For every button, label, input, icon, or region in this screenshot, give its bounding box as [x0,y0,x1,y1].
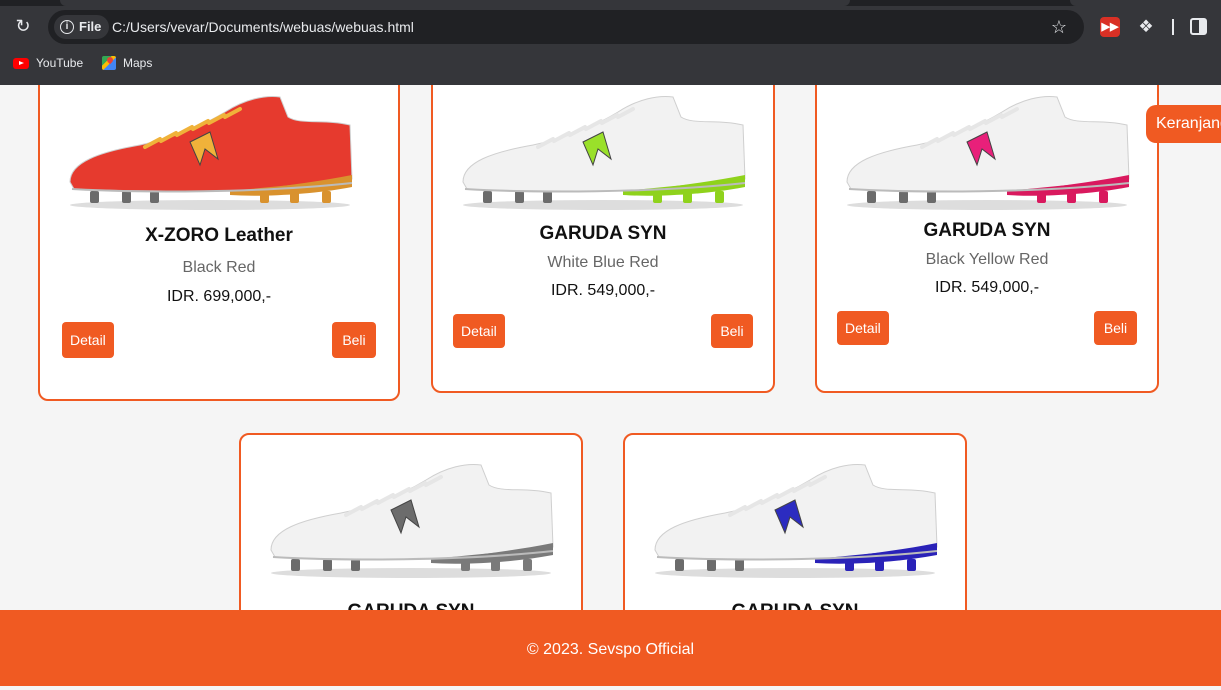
buy-button[interactable]: Beli [711,314,753,348]
cart-button[interactable]: Keranjang [1146,105,1221,143]
browser-toolbar: ↻ i File C:/Users/vevar/Documents/webuas… [0,0,1221,85]
product-variant: White Blue Red [547,254,659,271]
detail-button[interactable]: Detail [62,322,114,358]
bookmark-youtube[interactable]: YouTube [13,53,83,73]
product-name: GARUDA SYN [923,220,1051,241]
bookmark-maps[interactable]: Maps [102,53,152,73]
bookmark-label: Maps [123,56,153,70]
product-variant: Black Yellow Red [925,251,1049,268]
bookmark-star-icon[interactable]: ☆ [1048,16,1070,38]
site-info-label: File [79,19,102,34]
active-tab-edge [60,0,850,6]
product-name: GARUDA SYN [241,601,581,610]
info-icon: i [60,20,74,34]
product-name: GARUDA SYN [539,223,667,244]
shoe-image [846,96,1130,210]
extensions-puzzle-icon[interactable]: ❖ [1136,17,1156,37]
footer-copyright: © 2023. Sevspo Official [526,641,695,658]
shoe-image [270,464,554,578]
product-price: IDR. 549,000,- [550,282,656,299]
product-card: X-ZORO Leather Black Red IDR. 699,000,- … [38,85,400,401]
product-name: GARUDA SYN [625,601,965,610]
product-card: GARUDA SYN [239,433,583,610]
site-info-chip[interactable]: i File [54,15,110,39]
address-bar[interactable]: i File C:/Users/vevar/Documents/webuas/w… [48,10,1084,44]
tab-edge [1070,0,1221,6]
footer: © 2023. Sevspo Official [0,610,1221,686]
side-panel-icon[interactable] [1190,18,1207,35]
detail-button[interactable]: Detail [453,314,505,348]
product-card: GARUDA SYN Black Yellow Red IDR. 549,000… [815,85,1159,393]
detail-button[interactable]: Detail [837,311,889,345]
page-content: X-ZORO Leather Black Red IDR. 699,000,- … [0,85,1221,610]
url-text[interactable]: C:/Users/vevar/Documents/webuas/webuas.h… [112,10,414,44]
product-variant: Black Red [182,259,256,276]
product-name: X-ZORO Leather [145,225,293,246]
maps-icon [102,56,116,70]
bookmark-label: YouTube [36,56,84,70]
youtube-icon [13,57,29,69]
product-card: GARUDA SYN [623,433,967,610]
product-card: GARUDA SYN White Blue Red IDR. 549,000,-… [431,85,775,393]
tab-strip [0,0,1221,6]
extension-icon[interactable]: ▶▶ [1100,17,1120,37]
shoe-image [69,96,353,210]
buy-button[interactable]: Beli [1094,311,1137,345]
buy-button[interactable]: Beli [332,322,376,358]
product-price: IDR. 699,000,- [166,288,272,305]
toolbar-divider [1172,19,1174,35]
shoe-image [462,96,746,210]
product-price: IDR. 549,000,- [934,279,1040,296]
shoe-image [654,464,938,578]
reload-icon[interactable]: ↻ [12,15,34,37]
